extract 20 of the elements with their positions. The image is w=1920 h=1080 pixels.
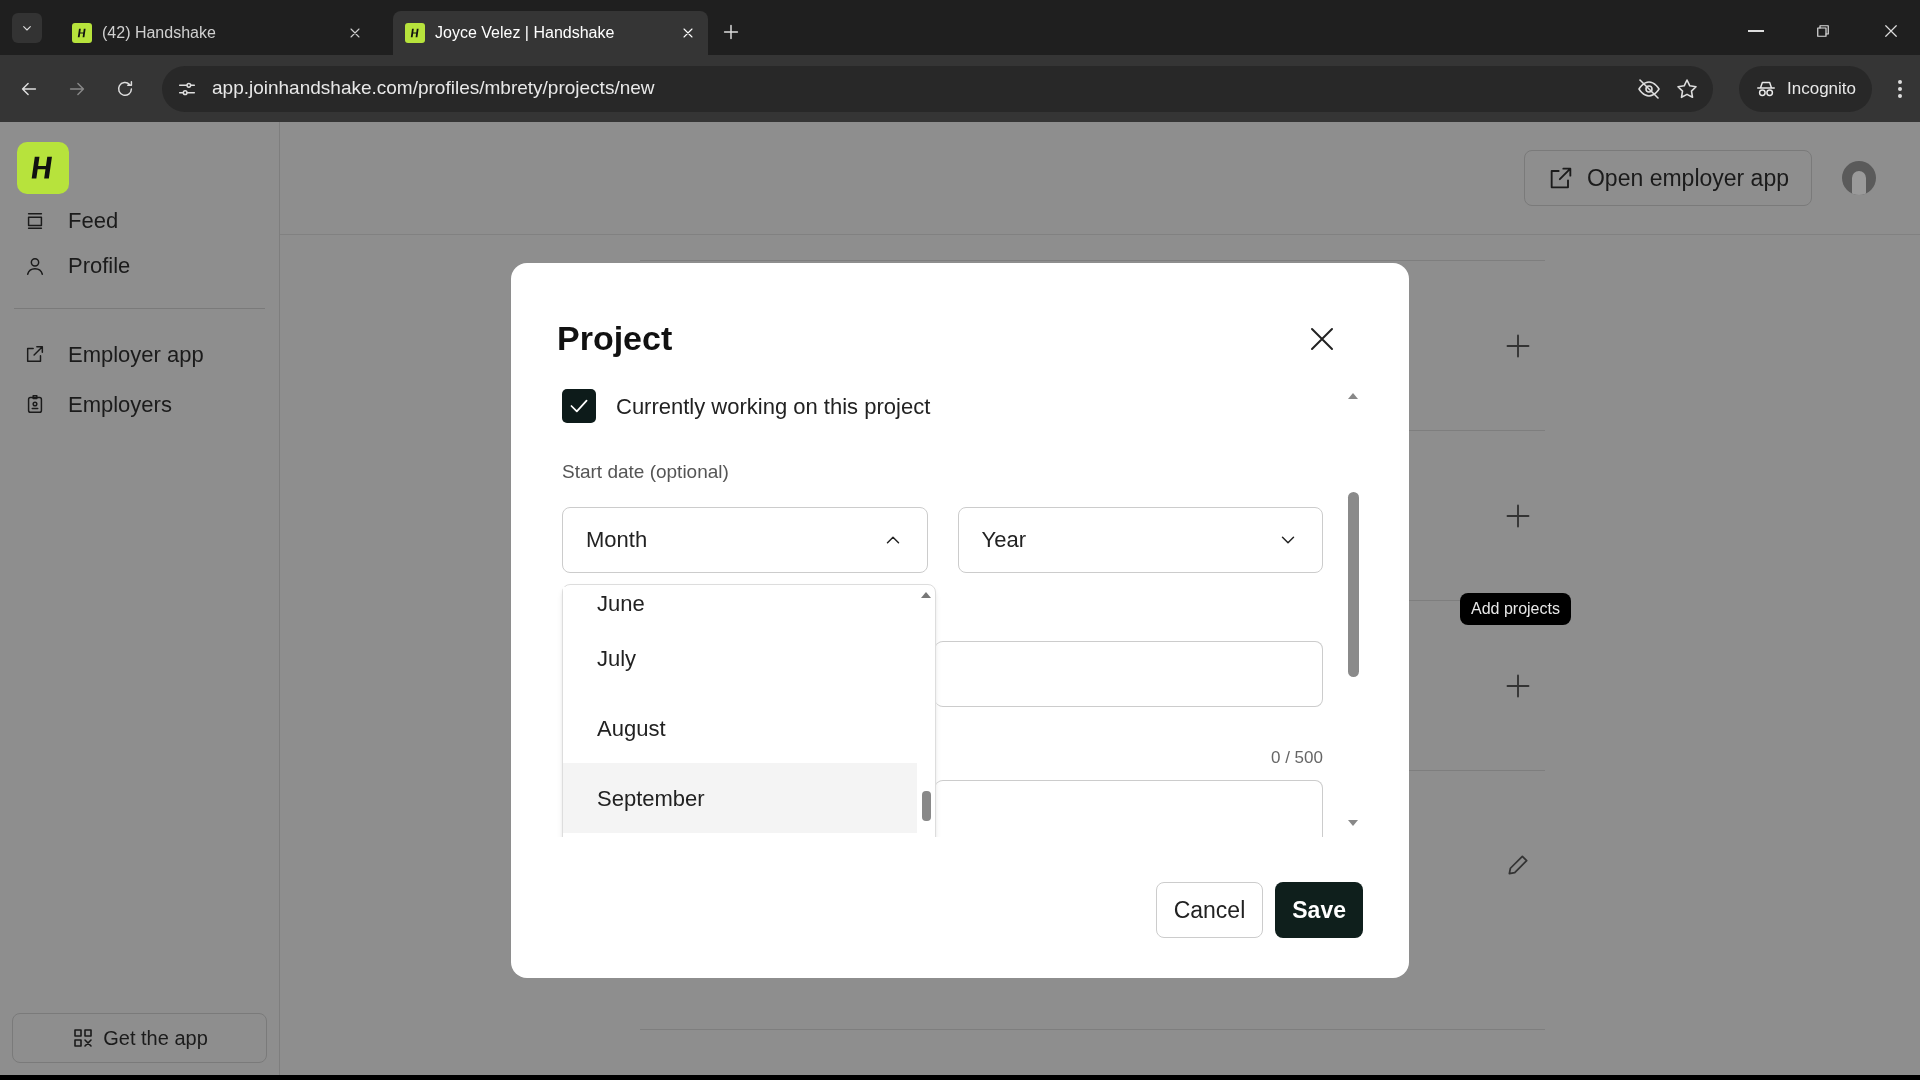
checkbox-label: Currently working on this project: [616, 392, 931, 421]
sidebar-item[interactable]: Profile: [16, 243, 263, 288]
sidebar-item[interactable]: Employer app: [16, 329, 263, 379]
tooltip: Add projects: [1460, 593, 1571, 625]
cancel-button[interactable]: Cancel: [1155, 882, 1264, 938]
browser-tab[interactable]: Joyce Velez | Handshake: [393, 11, 708, 55]
month-option[interactable]: September: [563, 763, 917, 833]
address-bar[interactable]: app.joinhandshake.com/profiles/mbrety/projects/new: [162, 65, 1713, 112]
open-employer-app-button[interactable]: Open employer app: [1524, 150, 1812, 206]
dialog-title: Project: [557, 318, 673, 359]
sidebar-item[interactable]: Feed: [16, 198, 263, 243]
year-select[interactable]: Year: [957, 506, 1323, 573]
browser-tab[interactable]: (42) Handshake: [60, 11, 375, 55]
incognito-badge[interactable]: Incognito: [1739, 65, 1872, 112]
save-button[interactable]: Save: [1275, 882, 1363, 938]
get-app-button[interactable]: Get the app: [12, 1013, 267, 1063]
month-select[interactable]: Month: [562, 506, 928, 573]
field-label: Start date (optional): [562, 460, 730, 484]
character-counter: 0 / 500: [1271, 746, 1323, 769]
sidebar-item[interactable]: Employers: [16, 379, 263, 429]
